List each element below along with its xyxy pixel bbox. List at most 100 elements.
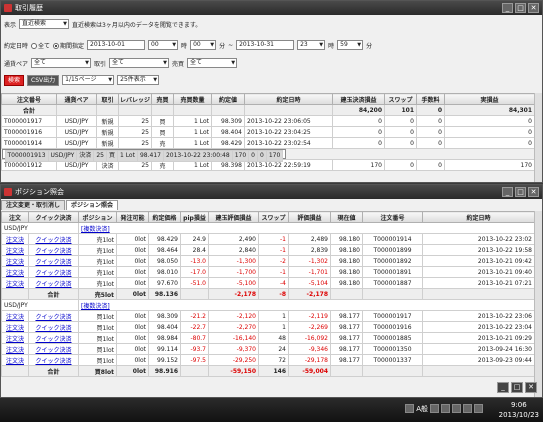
history-column-header[interactable]: 取引 bbox=[96, 93, 119, 105]
settle-order-link[interactable]: 注文決 bbox=[1, 266, 29, 278]
position-row[interactable]: 注文決 クイック決済 買1lot 0lot 98.984 -80.7 -16,140 48 -1… bbox=[1, 332, 535, 344]
positions-column-header[interactable]: 発注可能 bbox=[116, 211, 149, 223]
history-scrollbar[interactable] bbox=[534, 93, 542, 182]
system-tray: A般 bbox=[405, 404, 483, 413]
quick-settle-link[interactable]: クイック決済 bbox=[28, 277, 79, 289]
maximize-button[interactable]: □ bbox=[515, 187, 526, 197]
history-row[interactable]: T000001916 USD/JPY 新規 25 買 1 Lot 98.404 2013-10… bbox=[1, 126, 535, 138]
position-row[interactable]: 注文決 クイック決済 買1lot 0lot 98.309 -21.2 -2,120 1 -2,1… bbox=[1, 310, 535, 322]
quick-settle-link[interactable]: クイック決済 bbox=[28, 233, 79, 245]
ime-indicator[interactable]: A般 bbox=[416, 404, 428, 413]
history-column-header[interactable]: 手数料 bbox=[416, 93, 445, 105]
quick-settle-link[interactable]: クイック決済 bbox=[28, 343, 79, 355]
settle-order-link[interactable]: 注文決 bbox=[1, 233, 29, 245]
settle-order-link[interactable]: 注文決 bbox=[1, 310, 29, 322]
position-row[interactable]: 注文決 クイック決済 売1lot 0lot 98.050 -13.0 -1,300 -2 -1,… bbox=[1, 255, 535, 267]
from-date-input[interactable]: 2013-10-01 bbox=[87, 40, 146, 50]
search-button[interactable]: 検索 bbox=[4, 74, 25, 86]
history-column-header[interactable]: レバレッジ bbox=[118, 93, 152, 105]
bulk-settle-link[interactable]: [複数決済] bbox=[81, 303, 110, 310]
quick-settle-link[interactable]: クイック決済 bbox=[28, 310, 79, 322]
display-select[interactable]: 直近検索 bbox=[19, 19, 70, 29]
minimize-button[interactable]: _ bbox=[502, 187, 513, 197]
quick-settle-link[interactable]: クイック決済 bbox=[28, 321, 79, 333]
position-row[interactable]: 注文決 クイック決済 買1lot 0lot 99.152 -97.5 -29,250 72 -2… bbox=[1, 354, 535, 366]
settle-order-link[interactable]: 注文決 bbox=[1, 321, 29, 333]
to-hour-select[interactable]: 23 bbox=[297, 40, 326, 50]
from-min-select[interactable]: 00 bbox=[190, 40, 217, 50]
maximize-button[interactable]: □ bbox=[511, 382, 523, 393]
positions-column-header[interactable]: ポジション bbox=[78, 211, 117, 223]
tray-app-icon[interactable] bbox=[430, 404, 439, 413]
positions-column-header[interactable]: クイック決済 bbox=[28, 211, 79, 223]
tray-flag-icon[interactable] bbox=[405, 404, 415, 413]
tray-app-icon[interactable] bbox=[452, 404, 461, 413]
settle-order-link[interactable]: 注文決 bbox=[1, 343, 29, 355]
positions-column-header[interactable]: スワップ bbox=[258, 211, 289, 223]
quick-settle-link[interactable]: クイック決済 bbox=[28, 255, 79, 267]
position-row[interactable]: 注文決 クイック決済 売1lot 0lot 98.429 24.9 2,490 -1 2,489… bbox=[1, 233, 535, 245]
history-column-header[interactable]: 約定値 bbox=[211, 93, 245, 105]
close-button[interactable]: ✕ bbox=[528, 3, 539, 13]
radio-all[interactable]: 全て bbox=[31, 41, 50, 50]
quick-settle-link[interactable]: クイック決済 bbox=[28, 332, 79, 344]
radio-range[interactable]: 期間指定 bbox=[53, 41, 84, 50]
maximize-button[interactable]: □ bbox=[515, 3, 526, 13]
pair-select[interactable]: 全て bbox=[31, 58, 92, 68]
history-column-header[interactable]: 注文番号 bbox=[1, 93, 57, 105]
settle-order-link[interactable]: 注文決 bbox=[1, 255, 29, 267]
csv-button[interactable]: CSV出力 bbox=[27, 74, 60, 86]
history-row[interactable]: T000001917 USD/JPY 新規 25 買 1 Lot 98.309 2013-10… bbox=[1, 115, 535, 127]
tray-network-icon[interactable] bbox=[463, 404, 472, 413]
positions-column-header[interactable]: 注文番号 bbox=[362, 211, 423, 223]
bulk-settle-link[interactable]: [複数決済] bbox=[81, 226, 110, 233]
history-column-header[interactable]: スワップ bbox=[384, 93, 417, 105]
settle-order-link[interactable]: 注文決 bbox=[1, 354, 29, 366]
to-date-input[interactable]: 2013-10-31 bbox=[236, 40, 295, 50]
position-row[interactable]: 注文決 クイック決済 売1lot 0lot 98.010 -17.0 -1,700 -1 -1,… bbox=[1, 266, 535, 278]
side-select[interactable]: 全て bbox=[187, 58, 238, 68]
position-sum-cell: 買8lot bbox=[78, 365, 117, 377]
positions-column-header[interactable]: 現在値 bbox=[330, 211, 363, 223]
position-row[interactable]: 注文決 クイック決済 買1lot 0lot 99.114 -93.7 -9,370 24 -9,… bbox=[1, 343, 535, 355]
history-column-header[interactable]: 売買 bbox=[151, 93, 174, 105]
history-column-header[interactable]: 通貨ペア bbox=[56, 93, 97, 105]
history-cell: 98.429 bbox=[211, 137, 245, 149]
taskbar-clock[interactable]: 9:06 2013/10/23 bbox=[499, 400, 539, 420]
positions-column-header[interactable]: 建玉評価損益 bbox=[208, 211, 259, 223]
from-hour-select[interactable]: 00 bbox=[148, 40, 179, 50]
history-row[interactable]: T000001913 USD/JPY 決済 25 買 1 Lot 98.417 2013-10… bbox=[1, 149, 287, 162]
position-row[interactable]: 注文決 クイック決済 売1lot 0lot 97.670 -51.0 -5,100 -4 -5,… bbox=[1, 277, 535, 289]
tray-app-icon[interactable] bbox=[441, 404, 450, 413]
settle-order-link[interactable]: 注文決 bbox=[1, 244, 29, 256]
position-row[interactable]: 注文決 クイック決済 買1lot 0lot 98.404 -22.7 -2,270 1 -2,2… bbox=[1, 321, 535, 333]
history-column-header[interactable]: 約定日時 bbox=[244, 93, 333, 105]
close-button[interactable]: ✕ bbox=[528, 187, 539, 197]
settle-order-link[interactable]: 注文決 bbox=[1, 332, 29, 344]
settle-order-link[interactable]: 注文決 bbox=[1, 277, 29, 289]
quick-settle-link[interactable]: クイック決済 bbox=[28, 266, 79, 278]
history-column-header[interactable]: 売買数量 bbox=[173, 93, 212, 105]
close-button[interactable]: ✕ bbox=[525, 382, 537, 393]
positions-scrollbar[interactable] bbox=[534, 211, 542, 397]
positions-column-header[interactable]: pip損益 bbox=[180, 211, 209, 223]
tray-volume-icon[interactable] bbox=[474, 404, 483, 413]
minimize-button[interactable]: _ bbox=[502, 3, 513, 13]
minimize-button[interactable]: _ bbox=[497, 382, 509, 393]
positions-column-header[interactable]: 注文 bbox=[1, 211, 29, 223]
position-row[interactable]: 注文決 クイック決済 売1lot 0lot 98.464 28.4 2,840 -1 2,839… bbox=[1, 244, 535, 256]
tab-positions[interactable]: ポジション照会 bbox=[66, 200, 119, 210]
to-min-select[interactable]: 59 bbox=[337, 40, 364, 50]
page-select[interactable]: 1/15ページ bbox=[62, 75, 115, 85]
history-row[interactable]: T000001914 USD/JPY 新規 25 売 1 Lot 98.429 2013-10… bbox=[1, 137, 535, 149]
history-column-header[interactable]: 建玉決済損益 bbox=[332, 93, 385, 105]
tab-order-change[interactable]: 注文変更・取引消し bbox=[1, 200, 66, 210]
quick-settle-link[interactable]: クイック決済 bbox=[28, 244, 79, 256]
per-page-select[interactable]: 25件表示 bbox=[117, 75, 160, 85]
positions-column-header[interactable]: 約定日時 bbox=[422, 211, 535, 223]
positions-column-header[interactable]: 評価損益 bbox=[288, 211, 331, 223]
quick-settle-link[interactable]: クイック決済 bbox=[28, 354, 79, 366]
history-column-header[interactable]: 実損益 bbox=[444, 93, 535, 105]
trade-select[interactable]: 全て bbox=[109, 58, 170, 68]
positions-column-header[interactable]: 約定価格 bbox=[148, 211, 181, 223]
